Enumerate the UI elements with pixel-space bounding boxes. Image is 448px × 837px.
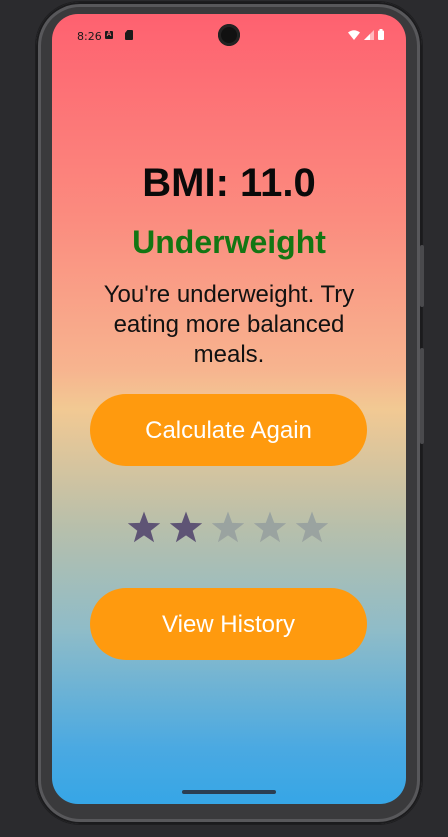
front-camera (218, 24, 240, 46)
volume-button (420, 348, 424, 444)
status-bar: 8:26 A (52, 14, 406, 58)
star-filled-icon[interactable] (168, 510, 204, 544)
status-time: 8:26 (77, 30, 102, 43)
bmi-category: Underweight (132, 224, 326, 260)
star-filled-icon[interactable] (126, 510, 162, 544)
view-history-button[interactable]: View History (90, 588, 367, 660)
power-button (420, 245, 424, 307)
wifi-icon (348, 29, 360, 40)
bmi-advice-message: You're underweight. Try eating more bala… (103, 281, 355, 368)
bmi-value: BMI: 11.0 (142, 161, 316, 205)
signal-icon (364, 29, 374, 40)
battery-icon (378, 29, 384, 40)
star-empty-icon[interactable] (210, 510, 246, 544)
notification-app-icon: A (105, 31, 113, 39)
app-screen: 8:26 A BMI: 11.0 Underweight You're unde… (52, 14, 406, 804)
star-empty-icon[interactable] (252, 510, 288, 544)
star-rating[interactable] (126, 510, 330, 544)
status-icons (348, 29, 384, 40)
home-indicator[interactable] (182, 790, 276, 794)
star-empty-icon[interactable] (294, 510, 330, 544)
sd-card-icon (125, 30, 133, 40)
calculate-again-button[interactable]: Calculate Again (90, 394, 367, 466)
